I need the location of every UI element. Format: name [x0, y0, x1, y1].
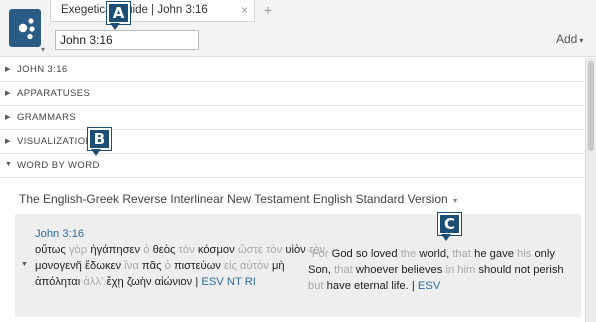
english-word[interactable]: should [478, 264, 511, 276]
greek-word[interactable]: ἠγάπησεν [90, 244, 140, 256]
greek-word[interactable]: ἵνα [124, 260, 139, 272]
english-word[interactable]: so [356, 248, 368, 260]
english-word[interactable]: “For [308, 248, 329, 260]
triangle-down-icon[interactable]: ▼ [21, 261, 28, 268]
english-word[interactable]: in [445, 264, 454, 276]
greek-word[interactable]: αὐτὸν [240, 260, 269, 272]
section-word-by-word[interactable]: ▼ WORD BY WORD [0, 154, 585, 178]
english-word[interactable]: have [327, 280, 351, 292]
english-word[interactable]: he [474, 248, 486, 260]
callout-marker-b: B [88, 128, 111, 156]
greek-word[interactable]: τὸν [266, 244, 282, 256]
triangle-right-icon: ▶ [5, 138, 11, 145]
section-label: APPARATUSES [17, 88, 91, 99]
passage-reference-link[interactable]: John 3:16 [35, 228, 84, 240]
close-icon[interactable]: × [241, 3, 248, 17]
callout-marker-c: C [438, 213, 461, 241]
english-word[interactable]: God [332, 248, 353, 260]
greek-word[interactable]: ὁ [165, 260, 171, 272]
english-word[interactable]: but [308, 280, 324, 292]
greek-word[interactable]: κόσμον [198, 244, 235, 256]
greek-word[interactable]: υἱὸν [285, 244, 305, 256]
chevron-down-icon: ▾ [579, 36, 584, 45]
greek-word[interactable]: οὕτως [35, 244, 66, 256]
greek-word[interactable]: τὸν [179, 244, 195, 256]
english-word[interactable]: not [515, 264, 531, 276]
greek-word[interactable]: θεὸς [153, 244, 176, 256]
greek-word[interactable]: ἔχῃ [107, 276, 124, 288]
add-label: Add [556, 32, 578, 46]
reference-input[interactable] [55, 30, 199, 50]
greek-text-column: John 3:16 οὕτως γὰρ ἠγάπησεν ὁ θεὸς τὸν … [35, 226, 331, 290]
english-word[interactable]: him [457, 264, 475, 276]
english-word[interactable]: gave [490, 248, 514, 260]
greek-word[interactable]: ἔδωκεν [85, 260, 121, 272]
english-word[interactable]: perish [533, 264, 563, 276]
greek-word[interactable]: ὁ [143, 244, 149, 256]
triangle-right-icon: ▶ [5, 90, 11, 97]
english-word[interactable]: whoever [356, 264, 398, 276]
new-tab-icon[interactable]: + [264, 2, 272, 18]
section-grammars[interactable]: ▶ GRAMMARS [0, 106, 585, 130]
english-text-column: “For God so loved the world, that he gav… [308, 246, 580, 294]
greek-word[interactable]: ὥστε [238, 244, 263, 256]
section-label: WORD BY WORD [17, 160, 100, 171]
greek-word[interactable]: πιστεύων [174, 260, 221, 272]
section-apparatuses[interactable]: ▶ APPARATUSES [0, 82, 585, 106]
greek-word[interactable]: μὴ [272, 260, 285, 272]
source-link[interactable]: ESV [418, 280, 440, 292]
resource-selector[interactable]: The English-Greek Reverse Interlinear Ne… [19, 192, 459, 206]
english-word[interactable]: loved [371, 248, 398, 260]
english-text: “For God so loved the world, that he gav… [308, 246, 580, 294]
greek-word[interactable]: μονογενῆ [35, 260, 82, 272]
english-word[interactable]: the [401, 248, 417, 260]
triangle-down-icon: ▼ [5, 161, 12, 168]
triangle-right-icon: ▶ [5, 66, 11, 73]
source-link[interactable]: ESV NT RI [201, 276, 256, 288]
greek-word[interactable]: αἰώνιον [155, 276, 193, 288]
english-word[interactable]: that [452, 248, 471, 260]
greek-word[interactable]: γὰρ [69, 244, 87, 256]
english-word[interactable]: Son, [308, 264, 331, 276]
greek-word[interactable]: ἀπόληται [35, 276, 80, 288]
english-word[interactable]: life. [391, 280, 408, 292]
english-word[interactable]: believes [401, 264, 442, 276]
app-header: ▾ Exegetical Guide | John 3:16 × + Add▾ [0, 0, 596, 57]
english-word[interactable]: only [534, 248, 555, 260]
tab-title: Exegetical Guide | John 3:16 [61, 4, 208, 16]
greek-word[interactable]: ἀλλʼ [83, 276, 103, 288]
english-word[interactable]: world, [419, 248, 449, 260]
chevron-down-icon: ▼ [451, 198, 459, 205]
english-word[interactable]: eternal [354, 280, 388, 292]
callout-marker-a: A [107, 2, 130, 30]
section-label: JOHN 3:16 [17, 64, 68, 75]
greek-word[interactable]: εἰς [224, 260, 237, 272]
section-label: GRAMMARS [17, 112, 77, 123]
resource-title: The English-Greek Reverse Interlinear Ne… [19, 192, 448, 206]
greek-word[interactable]: ζωὴν [127, 276, 152, 288]
section-john-3-16[interactable]: ▶ JOHN 3:16 [0, 58, 585, 82]
logos-app-icon[interactable] [9, 9, 41, 47]
scrollbar-thumb[interactable] [588, 61, 594, 151]
app-menu-chevron-icon[interactable]: ▾ [41, 45, 45, 54]
english-word[interactable]: that [334, 264, 353, 276]
english-word[interactable]: his [517, 248, 531, 260]
vertical-scrollbar[interactable] [585, 58, 596, 322]
add-menu-button[interactable]: Add ▾ [556, 32, 583, 46]
tab-exegetical-guide[interactable]: Exegetical Guide | John 3:16 × [50, 0, 255, 22]
greek-word[interactable]: πᾶς [142, 260, 162, 272]
triangle-right-icon: ▶ [5, 114, 11, 121]
greek-text: οὕτως γὰρ ἠγάπησεν ὁ θεὸς τὸν κόσμον ὥστ… [35, 242, 331, 290]
